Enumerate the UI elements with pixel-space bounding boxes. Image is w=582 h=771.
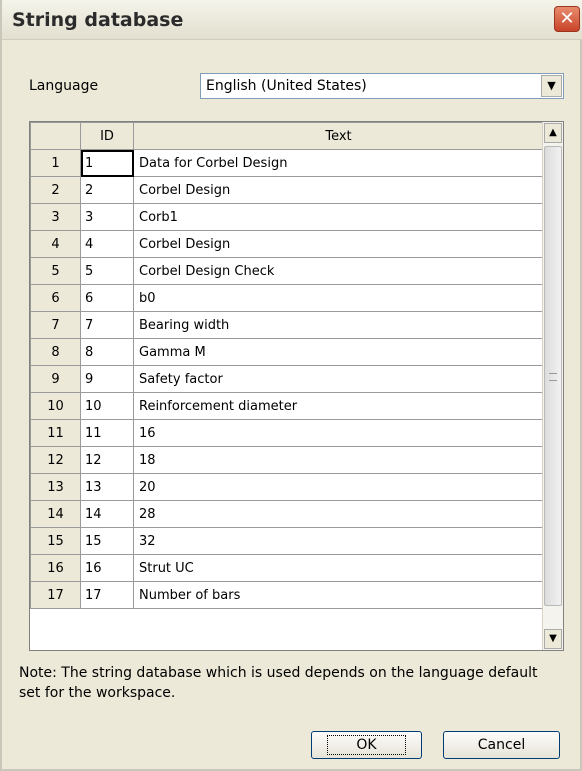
table-row[interactable]: 2 2 Corbel Design <box>30 176 544 204</box>
language-label: Language <box>29 78 99 94</box>
table-row[interactable]: 13 13 20 <box>30 473 544 501</box>
text-cell[interactable]: Corb1 <box>133 203 544 231</box>
table-row[interactable]: 12 12 18 <box>30 446 544 474</box>
row-number[interactable]: 5 <box>30 257 81 285</box>
id-cell[interactable]: 3 <box>80 203 134 231</box>
close-button[interactable]: ✕ <box>554 6 580 32</box>
row-number[interactable]: 17 <box>30 581 81 609</box>
id-cell[interactable]: 5 <box>80 257 134 285</box>
table-row[interactable]: 6 6 b0 <box>30 284 544 312</box>
dialog-title: String database <box>12 9 184 31</box>
language-select[interactable]: English (United States) ▼ <box>200 73 564 99</box>
row-number[interactable]: 8 <box>30 338 81 366</box>
row-number[interactable]: 4 <box>30 230 81 258</box>
column-header-text[interactable]: Text <box>133 122 544 150</box>
row-number[interactable]: 7 <box>30 311 81 339</box>
text-cell[interactable]: Data for Corbel Design <box>133 149 544 177</box>
text-cell[interactable]: 16 <box>133 419 544 447</box>
row-number[interactable]: 11 <box>30 419 81 447</box>
id-cell[interactable]: 6 <box>80 284 134 312</box>
row-number[interactable]: 15 <box>30 527 81 555</box>
text-cell[interactable]: Corbel Design <box>133 176 544 204</box>
row-number[interactable]: 9 <box>30 365 81 393</box>
ok-button-label: OK <box>327 735 406 755</box>
row-number[interactable]: 3 <box>30 203 81 231</box>
vertical-scrollbar[interactable]: ▲ ▼ <box>542 122 563 650</box>
id-cell[interactable]: 13 <box>80 473 134 501</box>
text-cell[interactable]: Reinforcement diameter <box>133 392 544 420</box>
text-cell[interactable]: Number of bars <box>133 581 544 609</box>
table-row[interactable]: 8 8 Gamma M <box>30 338 544 366</box>
table-row[interactable]: 1 1 Data for Corbel Design <box>30 149 544 177</box>
id-cell[interactable]: 8 <box>80 338 134 366</box>
grip-icon <box>549 373 557 381</box>
text-cell[interactable]: Strut UC <box>133 554 544 582</box>
language-selected-value: English (United States) <box>206 78 367 94</box>
table-row[interactable]: 9 9 Safety factor <box>30 365 544 393</box>
row-number[interactable]: 2 <box>30 176 81 204</box>
note-text: Note: The string database which is used … <box>19 665 538 701</box>
text-cell[interactable]: b0 <box>133 284 544 312</box>
row-number[interactable]: 14 <box>30 500 81 528</box>
text-cell[interactable]: 20 <box>133 473 544 501</box>
id-cell[interactable]: 14 <box>80 500 134 528</box>
text-cell[interactable]: Safety factor <box>133 365 544 393</box>
id-cell[interactable]: 16 <box>80 554 134 582</box>
column-header-id[interactable]: ID <box>80 122 134 150</box>
id-cell[interactable]: 7 <box>80 311 134 339</box>
row-number[interactable]: 6 <box>30 284 81 312</box>
row-number[interactable]: 13 <box>30 473 81 501</box>
id-cell[interactable]: 15 <box>80 527 134 555</box>
scroll-down-button[interactable]: ▼ <box>544 629 562 649</box>
text-cell[interactable]: Corbel Design Check <box>133 257 544 285</box>
table-row[interactable]: 15 15 32 <box>30 527 544 555</box>
text-cell[interactable]: 18 <box>133 446 544 474</box>
text-cell[interactable]: 32 <box>133 527 544 555</box>
id-cell[interactable]: 11 <box>80 419 134 447</box>
table-row[interactable]: 14 14 28 <box>30 500 544 528</box>
id-cell[interactable]: 12 <box>80 446 134 474</box>
corner-header <box>30 122 81 150</box>
text-cell[interactable]: Corbel Design <box>133 230 544 258</box>
id-cell[interactable]: 2 <box>80 176 134 204</box>
string-database-dialog: String database ✕ Language English (Unit… <box>0 0 582 771</box>
text-cell[interactable]: Gamma M <box>133 338 544 366</box>
id-cell[interactable]: 9 <box>80 365 134 393</box>
table-row[interactable]: 5 5 Corbel Design Check <box>30 257 544 285</box>
row-number[interactable]: 1 <box>30 149 81 177</box>
text-cell[interactable]: Bearing width <box>133 311 544 339</box>
cancel-button[interactable]: Cancel <box>443 731 560 759</box>
chevron-down-icon[interactable]: ▼ <box>541 75 562 97</box>
table-row[interactable]: 16 16 Strut UC <box>30 554 544 582</box>
table-row[interactable]: 11 11 16 <box>30 419 544 447</box>
string-table[interactable]: ID Text 1 1 Data for Corbel Design 2 2 Corbel… <box>29 121 564 651</box>
id-cell[interactable]: 10 <box>80 392 134 420</box>
table-row[interactable]: 3 3 Corb1 <box>30 203 544 231</box>
row-number[interactable]: 16 <box>30 554 81 582</box>
title-bar[interactable]: String database ✕ <box>2 0 582 40</box>
table-row[interactable]: 10 10 Reinforcement diameter <box>30 392 544 420</box>
table-row[interactable]: 7 7 Bearing width <box>30 311 544 339</box>
text-cell[interactable]: 28 <box>133 500 544 528</box>
table-row[interactable]: 4 4 Corbel Design <box>30 230 544 258</box>
scroll-up-button[interactable]: ▲ <box>544 123 562 143</box>
row-number[interactable]: 12 <box>30 446 81 474</box>
row-number[interactable]: 10 <box>30 392 81 420</box>
ok-button[interactable]: OK <box>311 731 422 759</box>
id-cell[interactable]: 1 <box>80 149 134 177</box>
id-cell[interactable]: 4 <box>80 230 134 258</box>
id-cell[interactable]: 17 <box>80 581 134 609</box>
scrollbar-thumb[interactable] <box>544 146 562 606</box>
table-row[interactable]: 17 17 Number of bars <box>30 581 544 609</box>
